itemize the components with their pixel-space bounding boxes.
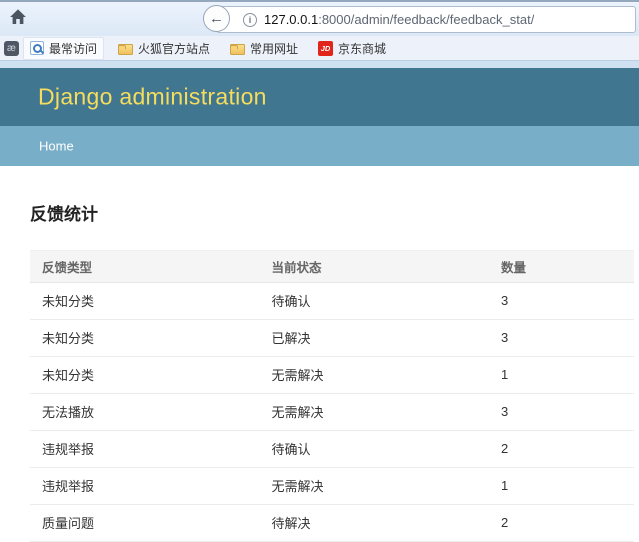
bookmarks-favicon-icon[interactable]: æ <box>4 40 19 56</box>
site-info-icon[interactable]: i <box>243 12 257 27</box>
column-header: 数量 <box>489 250 634 283</box>
cell-current-status: 无需解决 <box>259 393 490 431</box>
bookmark-icon <box>118 44 134 55</box>
breadcrumb-home-link[interactable]: Home <box>39 139 74 154</box>
column-header: 当前状态 <box>259 250 490 283</box>
cell-count: 3 <box>489 319 634 357</box>
cell-current-status: 待解决 <box>259 504 490 542</box>
table-row: 违规举报 无需解决 1 <box>30 467 634 505</box>
home-icon <box>9 8 27 31</box>
url-host: 127.0.0.1 <box>264 12 319 27</box>
table-row: 未知分类 无需解决 1 <box>30 356 634 394</box>
table-row: 未知分类 已解决 3 <box>30 319 634 357</box>
django-admin-header: Django administration <box>0 68 639 126</box>
url-path: :8000/admin/feedback/feedback_stat/ <box>318 12 535 27</box>
page-title: 反馈统计 <box>30 205 98 224</box>
bookmark-label: 京东商城 <box>338 41 387 56</box>
browser-chrome: i 127.0.0.1:8000/admin/feedback/feedback… <box>0 0 639 68</box>
feedback-stat-table: 反馈类型 当前状态 数量 未知分类 待确认 3 未知分类 已解决 3 未知分类 无需… <box>30 250 634 542</box>
site-title-link[interactable]: Django administration <box>38 84 267 111</box>
bookmarks-items: 最常访问 火狐官方站点 常用网址 JD 京东商城 <box>23 36 400 60</box>
table-row: 质量问题 待解决 2 <box>30 504 634 542</box>
cell-feedback-type: 未知分类 <box>30 282 260 320</box>
bookmark-icon <box>230 44 246 55</box>
cell-count: 3 <box>489 282 634 320</box>
cell-current-status: 待确认 <box>259 282 490 320</box>
cell-current-status: 无需解决 <box>259 356 490 394</box>
table-row: 违规举报 待确认 2 <box>30 430 634 468</box>
bookmark-icon <box>30 41 44 55</box>
cell-count: 3 <box>489 393 634 431</box>
page-content: 反馈统计 反馈类型 当前状态 数量 未知分类 待确认 3 未知分类 已解决 3 未知… <box>0 166 639 542</box>
url-text: 127.0.0.1:8000/admin/feedback/feedback_s… <box>264 12 534 27</box>
chrome-bottom-strip <box>0 60 639 68</box>
url-bar[interactable]: i 127.0.0.1:8000/admin/feedback/feedback… <box>216 6 636 33</box>
cell-current-status: 待确认 <box>259 430 490 468</box>
table-row: 未知分类 待确认 3 <box>30 282 634 320</box>
bookmark-item[interactable]: 火狐官方站点 <box>112 38 216 59</box>
cell-count: 1 <box>489 467 634 505</box>
jd-letters: JD <box>320 43 331 53</box>
column-header: 反馈类型 <box>30 250 260 283</box>
bookmark-label: 火狐官方站点 <box>138 41 211 56</box>
cell-count: 2 <box>489 430 634 468</box>
cell-feedback-type: 违规举报 <box>30 430 260 468</box>
cell-feedback-type: 未知分类 <box>30 356 260 394</box>
table-body: 未知分类 待确认 3 未知分类 已解决 3 未知分类 无需解决 1 无法播放 无… <box>30 282 634 542</box>
bookmark-label: 最常访问 <box>49 41 98 56</box>
cell-feedback-type: 未知分类 <box>30 319 260 357</box>
cell-current-status: 已解决 <box>259 319 490 357</box>
table-header-row: 反馈类型 当前状态 数量 <box>30 250 634 283</box>
breadcrumb: Home <box>0 126 639 166</box>
bookmark-label: 常用网址 <box>250 41 299 56</box>
cell-count: 2 <box>489 504 634 542</box>
cell-current-status: 无需解决 <box>259 467 490 505</box>
navigation-toolbar: i 127.0.0.1:8000/admin/feedback/feedback… <box>0 2 639 36</box>
table-row: 无法播放 无需解决 3 <box>30 393 634 431</box>
home-button[interactable] <box>7 8 29 30</box>
table-header: 反馈类型 当前状态 数量 <box>30 250 634 283</box>
bookmark-item[interactable]: 常用网址 <box>224 38 304 59</box>
bookmark-icon: JD <box>318 40 334 56</box>
bookmarks-toolbar: æ 最常访问 火狐官方站点 常用网址 JD 京东商城 <box>0 36 639 60</box>
bookmark-item[interactable]: JD 京东商城 <box>312 38 392 59</box>
cell-feedback-type: 违规举报 <box>30 467 260 505</box>
cell-count: 1 <box>489 356 634 394</box>
back-button[interactable]: ← <box>203 5 230 32</box>
back-arrow-icon: ← <box>209 9 224 27</box>
cell-feedback-type: 质量问题 <box>30 504 260 542</box>
cell-feedback-type: 无法播放 <box>30 393 260 431</box>
bookmark-item[interactable]: 最常访问 <box>23 36 105 60</box>
